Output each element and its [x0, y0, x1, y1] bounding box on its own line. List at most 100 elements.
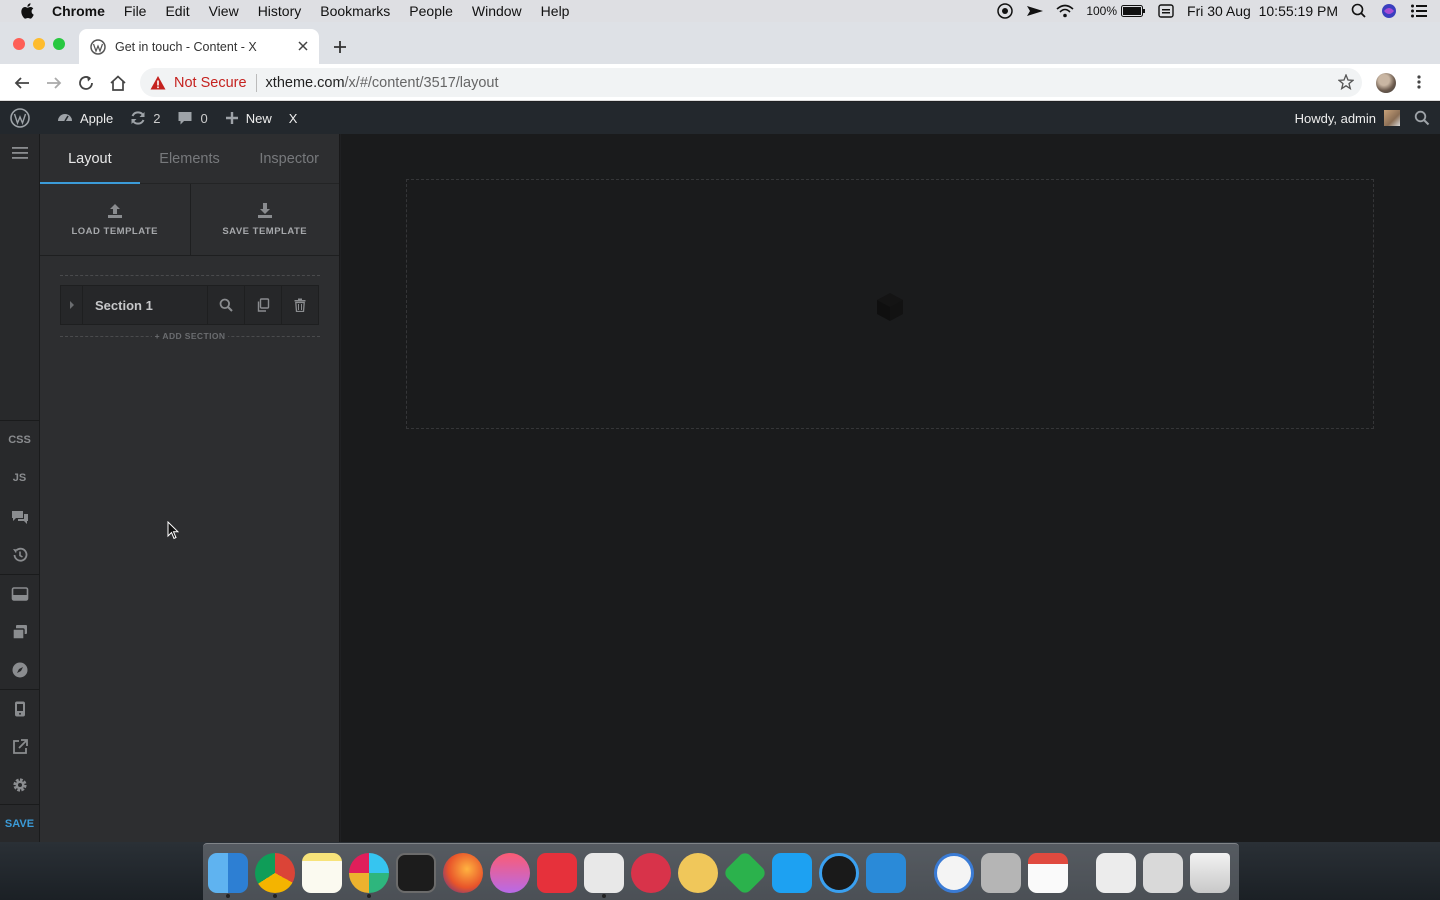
- layout-panel: Layout Elements Inspector LOAD TEMPLATE …: [40, 134, 340, 842]
- xmind-icon[interactable]: [537, 853, 577, 893]
- chat-button[interactable]: [0, 498, 39, 536]
- calendar-icon[interactable]: [1028, 853, 1068, 893]
- section-expand-toggle[interactable]: [61, 286, 83, 324]
- menubar-clock[interactable]: Fri 30 Aug 10:55:19 PM: [1187, 3, 1338, 19]
- external-view-button[interactable]: [0, 728, 39, 766]
- close-tab-icon[interactable]: [297, 40, 309, 52]
- wp-admin-bar: Apple 2 0 New X Howdy, admin: [0, 102, 1440, 134]
- menu-people[interactable]: People: [409, 3, 453, 19]
- battery-status[interactable]: 100%: [1086, 4, 1146, 18]
- builder-icon-bar: CSS JS SAVE: [0, 134, 40, 842]
- calculator-icon[interactable]: [981, 853, 1021, 893]
- compass-button[interactable]: [0, 651, 39, 689]
- wp-new-button[interactable]: New: [225, 111, 272, 126]
- tab-inspector[interactable]: Inspector: [239, 134, 339, 183]
- save-template-button[interactable]: SAVE TEMPLATE: [189, 184, 340, 255]
- downloads-folder-icon[interactable]: [1143, 853, 1183, 893]
- safari-icon[interactable]: [934, 853, 974, 893]
- siri-icon[interactable]: [1380, 3, 1398, 19]
- footer-bar-button[interactable]: [0, 575, 39, 613]
- preview-canvas[interactable]: [341, 134, 1440, 842]
- trash-can-icon[interactable]: [1190, 853, 1230, 893]
- not-secure-label[interactable]: Not Secure: [174, 75, 247, 91]
- section-delete-button[interactable]: [281, 286, 318, 324]
- profile-avatar[interactable]: [1376, 73, 1396, 93]
- css-button[interactable]: CSS: [0, 421, 39, 459]
- save-button[interactable]: SAVE: [0, 805, 39, 843]
- history-clock-icon: [12, 547, 27, 562]
- wp-updates-button[interactable]: 2: [130, 110, 160, 126]
- paper-plane-icon[interactable]: [1026, 3, 1044, 19]
- stacked-cards-icon: [11, 625, 27, 640]
- terminal-icon[interactable]: [396, 853, 436, 893]
- tableplus-icon[interactable]: [584, 853, 624, 893]
- menu-help[interactable]: Help: [541, 3, 570, 19]
- window-close-button[interactable]: [13, 38, 25, 50]
- section-row[interactable]: Section 1: [60, 285, 319, 325]
- menu-window[interactable]: Window: [472, 3, 522, 19]
- wp-comments-button[interactable]: 0: [177, 110, 208, 126]
- dock-running-indicator: [226, 894, 230, 898]
- menu-edit[interactable]: Edit: [165, 3, 189, 19]
- window-minimize-button[interactable]: [33, 38, 45, 50]
- feedly-icon[interactable]: [722, 850, 768, 896]
- lastpass-icon[interactable]: [631, 853, 671, 893]
- wp-search-icon[interactable]: [1414, 110, 1430, 126]
- template-actions: LOAD TEMPLATE SAVE TEMPLATE: [40, 184, 339, 256]
- new-tab-icon[interactable]: [332, 39, 348, 55]
- empty-section-dropzone[interactable]: [406, 179, 1374, 429]
- load-template-button[interactable]: LOAD TEMPLATE: [40, 184, 190, 255]
- menu-bookmarks[interactable]: Bookmarks: [320, 3, 390, 19]
- screen-record-icon[interactable]: [996, 3, 1014, 19]
- hamburger-menu-button[interactable]: [0, 134, 39, 172]
- chrome-menu-icon[interactable]: [1411, 74, 1427, 90]
- window-zoom-button[interactable]: [53, 38, 65, 50]
- atom-icon[interactable]: [678, 853, 718, 893]
- admin-avatar[interactable]: [1384, 110, 1400, 126]
- wifi-icon[interactable]: [1056, 3, 1074, 19]
- archive-icon[interactable]: [1096, 853, 1136, 893]
- tab-elements[interactable]: Elements: [140, 134, 240, 183]
- gear-icon: [12, 778, 27, 792]
- add-section-button[interactable]: + ADD SECTION: [60, 331, 320, 341]
- notification-center-icon[interactable]: [1410, 3, 1428, 19]
- menu-view[interactable]: View: [209, 3, 239, 19]
- js-button[interactable]: JS: [0, 459, 39, 497]
- vscode-icon[interactable]: [866, 853, 906, 893]
- menu-history[interactable]: History: [258, 3, 302, 19]
- tab-layout[interactable]: Layout: [40, 134, 140, 183]
- notes-icon[interactable]: [302, 853, 342, 893]
- panel-tabs: Layout Elements Inspector: [40, 134, 339, 184]
- itunes-icon[interactable]: [490, 853, 530, 893]
- wp-x-button[interactable]: X: [289, 111, 298, 126]
- quicktime-icon[interactable]: [819, 853, 859, 893]
- wp-site-menu[interactable]: Apple: [57, 110, 113, 126]
- menu-app-name[interactable]: Chrome: [52, 3, 105, 19]
- plus-icon: [225, 112, 238, 124]
- history-button[interactable]: [0, 536, 39, 574]
- layers-button[interactable]: [0, 613, 39, 651]
- wp-logo-button[interactable]: [10, 108, 37, 128]
- section-inspect-button[interactable]: [207, 286, 244, 324]
- settings-button[interactable]: [0, 766, 39, 804]
- home-icon[interactable]: [109, 74, 127, 92]
- forward-arrow-icon[interactable]: [45, 74, 63, 92]
- apple-logo-icon[interactable]: [20, 3, 34, 19]
- keyboard-input-icon[interactable]: [1157, 3, 1175, 19]
- responsive-preview-button[interactable]: [0, 690, 39, 728]
- reload-icon[interactable]: [77, 74, 95, 92]
- address-bar[interactable]: Not Secure xtheme.com/x/#/content/3517/l…: [140, 68, 1362, 97]
- finder-icon[interactable]: [208, 853, 248, 893]
- browser-tab-active[interactable]: Get in touch - Content - X: [79, 29, 319, 64]
- back-arrow-icon[interactable]: [13, 74, 31, 92]
- bookmark-star-icon[interactable]: [1338, 74, 1354, 90]
- spotlight-search-icon[interactable]: [1350, 3, 1368, 19]
- twitter-icon[interactable]: [772, 853, 812, 893]
- section-duplicate-button[interactable]: [244, 286, 281, 324]
- howdy-admin[interactable]: Howdy, admin: [1295, 111, 1376, 126]
- firefox-icon[interactable]: [443, 853, 483, 893]
- external-link-icon: [12, 739, 28, 754]
- slack-icon[interactable]: [349, 853, 389, 893]
- chrome-icon[interactable]: [255, 853, 295, 893]
- menu-file[interactable]: File: [124, 3, 147, 19]
